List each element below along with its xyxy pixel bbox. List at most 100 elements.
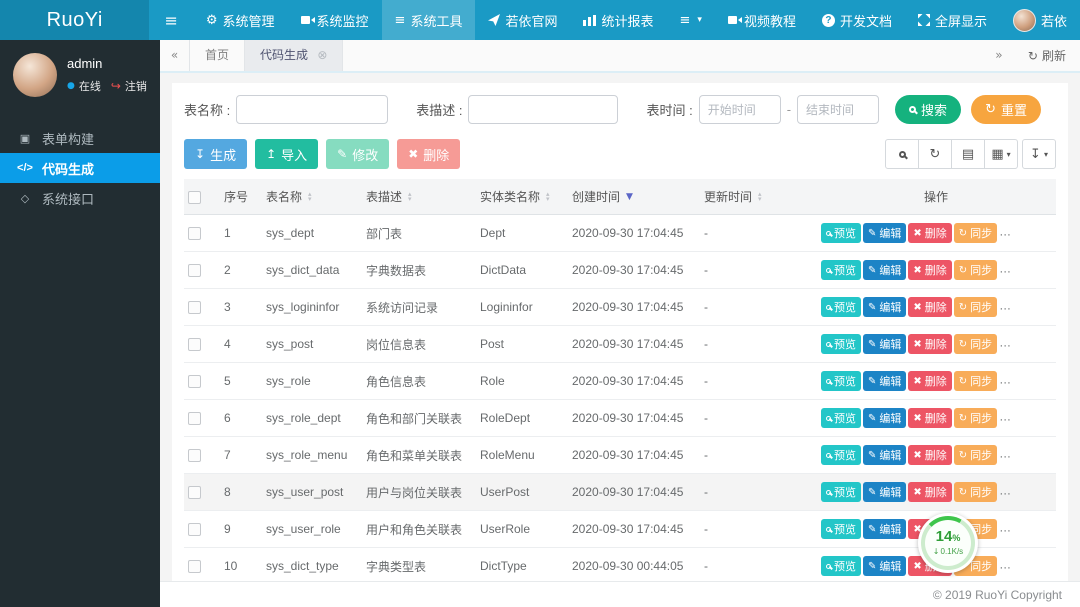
sync-button[interactable]: ↻同步 <box>953 408 998 428</box>
import-button[interactable]: ↥ 导入 <box>255 139 319 169</box>
row-checkbox[interactable] <box>188 338 201 352</box>
row-checkbox[interactable] <box>188 560 201 574</box>
row-checkbox[interactable] <box>188 523 201 537</box>
edit-button[interactable]: ✎ 编辑 <box>863 297 907 317</box>
row-checkbox[interactable] <box>188 486 201 500</box>
show-search-button[interactable] <box>885 139 919 169</box>
delete-button[interactable]: ✖删除 <box>908 371 952 391</box>
preview-button[interactable]: 预览 <box>821 223 861 243</box>
tab-close-icon[interactable]: ⊗ <box>317 48 327 62</box>
table-name-input[interactable] <box>236 95 389 124</box>
nav-item-system-monitor[interactable]: 系统监控 <box>288 0 382 40</box>
toggle-view-button[interactable]: ▤ <box>951 139 985 169</box>
cell-table-desc: 角色信息表 <box>362 362 476 400</box>
edit-button[interactable]: ✎ 编辑 <box>863 408 907 428</box>
end-time-input[interactable] <box>797 95 880 124</box>
tab-home[interactable]: 首页 <box>190 40 244 71</box>
logout-link[interactable]: 注销 <box>125 78 147 94</box>
paper-plane-icon <box>488 14 501 26</box>
sync-button[interactable]: ↻同步 <box>953 445 998 465</box>
edit-button[interactable]: ✎ 编辑 <box>863 223 907 243</box>
row-checkbox[interactable] <box>188 449 201 463</box>
delete-button[interactable]: ✖删除 <box>908 260 952 280</box>
tab-code-generation[interactable]: 代码生成 ⊗ <box>244 40 344 71</box>
preview-button[interactable]: 预览 <box>821 519 861 539</box>
table-desc-input[interactable] <box>468 95 619 124</box>
row-checkbox[interactable] <box>188 375 201 389</box>
edit-button[interactable]: ✎ 编辑 <box>863 371 907 391</box>
sync-button[interactable]: ↻同步 <box>953 260 998 280</box>
sidebar-item-form-builder[interactable]: ▣ 表单构建 <box>0 123 160 153</box>
nav-item-system-manage[interactable]: ⚙ 系统管理 <box>193 0 288 40</box>
edit-button[interactable]: ✎ 编辑 <box>863 445 907 465</box>
cell-table-desc: 用户与岗位关联表 <box>362 473 476 511</box>
tabs-scroll-right-icon[interactable]: » <box>984 40 1014 71</box>
col-header-name[interactable]: 表名称 ▴ ▾ <box>262 179 362 215</box>
delete-button[interactable]: ✖删除 <box>908 297 952 317</box>
tabs-scroll-left-icon[interactable]: « <box>160 40 190 71</box>
edit-button[interactable]: ✎ 编辑 <box>863 482 907 502</box>
preview-button[interactable]: 预览 <box>821 297 861 317</box>
sidebar-item-system-api[interactable]: ◇ 系统接口 <box>0 183 160 213</box>
tab-refresh-button[interactable]: ↻ 刷新 <box>1014 47 1080 64</box>
edit-button[interactable]: ✎ 编辑 <box>863 260 907 280</box>
col-header-created[interactable]: 创建时间 ▼ <box>568 179 700 215</box>
select-all-checkbox[interactable] <box>188 190 201 204</box>
preview-button[interactable]: 预览 <box>821 482 861 502</box>
nav-menu-dropdown[interactable]: ≡ ▾ <box>667 0 715 40</box>
cell-entity-name: UserPost <box>476 473 568 511</box>
avatar <box>1012 8 1036 32</box>
col-header-desc[interactable]: 表描述 ▴ ▾ <box>362 179 476 215</box>
preview-button[interactable]: 预览 <box>821 334 861 354</box>
edit-button[interactable]: ✎ 修改 <box>326 139 390 169</box>
preview-button[interactable]: 预览 <box>821 371 861 391</box>
sidebar-toggle-icon[interactable]: ≡ <box>149 0 192 40</box>
sync-button[interactable]: ↻同步 <box>953 334 998 354</box>
nav-item-fullscreen[interactable]: 全屏显示 <box>905 0 1000 40</box>
sync-button[interactable]: ↻同步 <box>953 297 998 317</box>
edit-button[interactable]: ✎ 编辑 <box>863 519 907 539</box>
search-button[interactable]: 搜索 <box>895 95 962 124</box>
generate-button[interactable]: ↧ 生成 <box>184 139 248 169</box>
sync-button[interactable]: ↻同步 <box>953 223 998 243</box>
cell-created-time: 2020-09-30 17:04:45 <box>568 325 700 363</box>
sync-button[interactable]: ↻同步 <box>953 482 998 502</box>
delete-button[interactable]: ✖删除 <box>908 445 952 465</box>
edit-button[interactable]: ✎ 编辑 <box>863 556 907 576</box>
delete-button[interactable]: ✖删除 <box>908 334 952 354</box>
row-checkbox[interactable] <box>188 301 201 315</box>
start-time-input[interactable] <box>698 95 781 124</box>
sync-button[interactable]: ↻同步 <box>953 371 998 391</box>
refresh-table-button[interactable]: ↻ <box>918 139 952 169</box>
brand-logo[interactable]: RuoYi <box>0 0 150 40</box>
nav-item-user[interactable]: 若依 <box>1000 0 1080 40</box>
cell-row-number: 4 <box>220 325 262 363</box>
nav-item-system-tools[interactable]: ≡ 系统工具 <box>381 0 476 40</box>
delete-button[interactable]: ✖删除 <box>908 223 952 243</box>
row-checkbox[interactable] <box>188 227 201 241</box>
nav-item-report[interactable]: 统计报表 <box>570 0 666 40</box>
preview-button[interactable]: 预览 <box>821 408 861 428</box>
row-checkbox[interactable] <box>188 264 201 278</box>
col-header-entity[interactable]: 实体类名称 ▴ ▾ <box>476 179 568 215</box>
edit-button[interactable]: ✎ 编辑 <box>863 334 907 354</box>
export-button[interactable]: ↧ ▾ <box>1022 139 1056 169</box>
col-header-updated[interactable]: 更新时间 ▴ ▾ <box>700 179 816 215</box>
delete-button[interactable]: ✖删除 <box>908 408 952 428</box>
delete-button[interactable]: ✖删除 <box>908 482 952 502</box>
row-checkbox[interactable] <box>188 412 201 426</box>
nav-item-video-tutorial[interactable]: 视频教程 <box>715 0 809 40</box>
upload-icon: ↥ <box>266 147 277 161</box>
delete-icon: ✖ <box>913 560 922 572</box>
nav-item-dev-docs[interactable]: ? 开发文档 <box>809 0 905 40</box>
preview-button[interactable]: 预览 <box>821 556 861 576</box>
sidebar-item-code-generation[interactable]: </> 代码生成 <box>0 153 160 183</box>
preview-button[interactable]: 预览 <box>821 445 861 465</box>
reset-button[interactable]: ↻ 重置 <box>971 95 1041 124</box>
download-progress-widget[interactable]: 14% ↓ 0.1K/s <box>918 513 978 573</box>
columns-button[interactable]: ▦ ▾ <box>984 139 1018 169</box>
delete-button[interactable]: ✖ 删除 <box>397 139 461 169</box>
nav-item-official-site[interactable]: 若依官网 <box>475 0 570 40</box>
preview-button[interactable]: 预览 <box>821 260 861 280</box>
select-all-header[interactable] <box>184 179 220 215</box>
